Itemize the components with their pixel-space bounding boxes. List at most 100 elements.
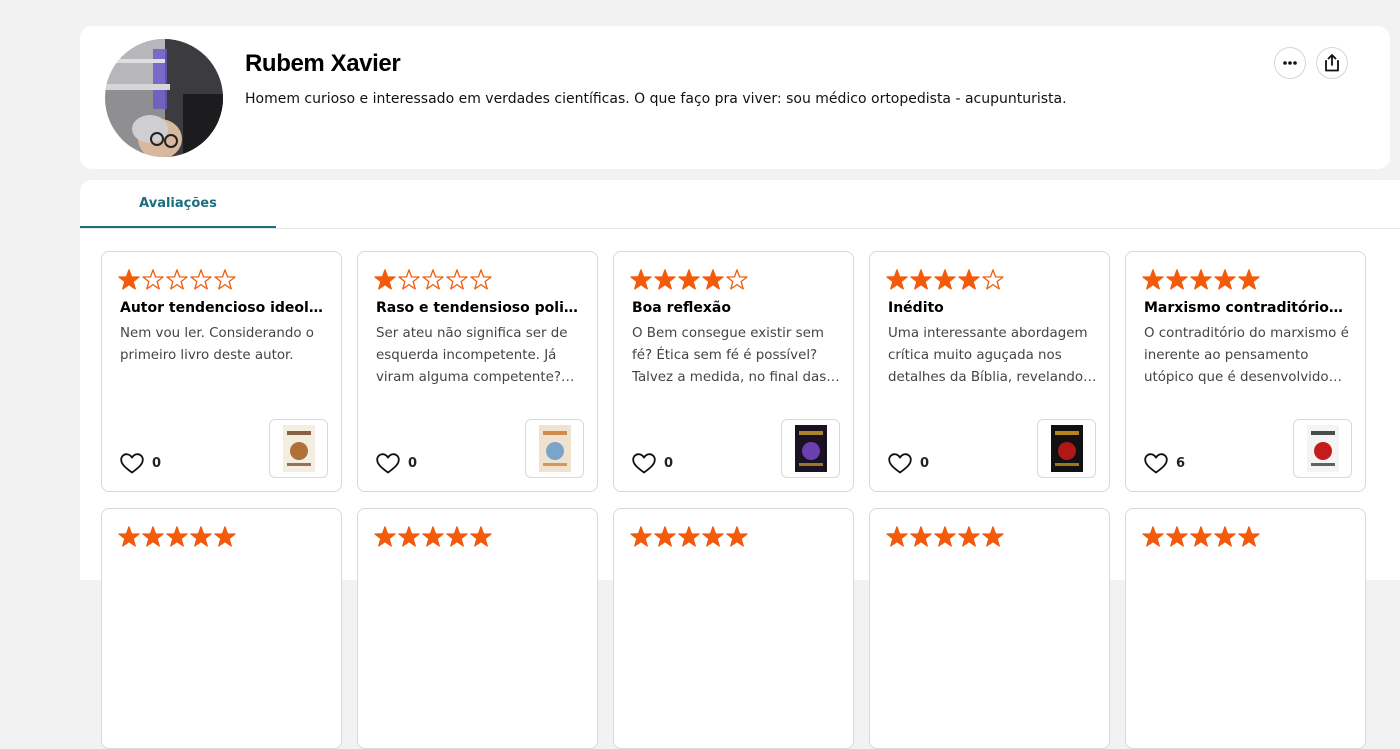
star-empty-icon xyxy=(166,269,188,290)
profile-bio: Homem curioso e interessado em verdades … xyxy=(245,91,1067,107)
star-rating xyxy=(1142,526,1260,547)
star-filled-icon xyxy=(678,526,700,547)
star-empty-icon xyxy=(398,269,420,290)
star-filled-icon xyxy=(982,526,1004,547)
book-cover-icon xyxy=(794,425,827,472)
more-dots-icon xyxy=(1283,61,1297,65)
book-cover-icon xyxy=(1306,425,1339,472)
share-button[interactable] xyxy=(1316,47,1348,79)
heart-icon xyxy=(1144,453,1168,474)
star-filled-icon xyxy=(934,526,956,547)
star-filled-icon xyxy=(630,526,652,547)
star-rating xyxy=(1142,269,1260,290)
star-rating xyxy=(886,269,1004,290)
book-thumbnail[interactable] xyxy=(781,419,840,478)
star-filled-icon xyxy=(702,526,724,547)
star-filled-icon xyxy=(190,526,212,547)
like-button[interactable]: 0 xyxy=(888,453,929,474)
star-filled-icon xyxy=(958,526,980,547)
review-card[interactable] xyxy=(101,508,342,749)
tab-avaliacoes[interactable]: Avaliações xyxy=(80,180,276,228)
star-empty-icon xyxy=(726,269,748,290)
profile-header: Rubem Xavier Homem curioso e interessado… xyxy=(80,26,1390,169)
review-text: Uma interessante abordagem crítica muito… xyxy=(888,326,1088,385)
like-count: 0 xyxy=(920,456,930,471)
heart-icon xyxy=(888,453,912,474)
star-filled-icon xyxy=(1238,526,1260,547)
review-card[interactable]: Marxismo contraditório? Verdade O contrad… xyxy=(1125,251,1366,492)
star-empty-icon xyxy=(190,269,212,290)
review-card[interactable] xyxy=(613,508,854,749)
star-filled-icon xyxy=(118,269,140,290)
star-filled-icon xyxy=(1214,269,1236,290)
star-filled-icon xyxy=(630,269,652,290)
review-title[interactable]: Boa reflexão xyxy=(632,300,838,316)
like-count: 0 xyxy=(664,456,674,471)
star-rating xyxy=(630,269,748,290)
star-filled-icon xyxy=(886,526,908,547)
review-title[interactable]: Inédito xyxy=(888,300,1094,316)
book-cover-icon xyxy=(538,425,571,472)
star-rating xyxy=(630,526,748,547)
star-filled-icon xyxy=(1166,526,1188,547)
book-thumbnail[interactable] xyxy=(525,419,584,478)
star-rating xyxy=(374,269,492,290)
like-count: 6 xyxy=(1176,456,1186,471)
book-cover-icon xyxy=(282,425,315,472)
star-empty-icon xyxy=(446,269,468,290)
star-filled-icon xyxy=(654,526,676,547)
book-thumbnail[interactable] xyxy=(1293,419,1352,478)
review-card[interactable] xyxy=(357,508,598,749)
review-card[interactable]: Boa reflexão O Bem consegue existir sem f… xyxy=(613,251,854,492)
star-filled-icon xyxy=(654,269,676,290)
star-filled-icon xyxy=(934,269,956,290)
star-filled-icon xyxy=(1142,526,1164,547)
heart-icon xyxy=(376,453,400,474)
review-card[interactable]: Inédito Uma interessante abordagem crític… xyxy=(869,251,1110,492)
star-filled-icon xyxy=(726,526,748,547)
star-filled-icon xyxy=(374,269,396,290)
like-button[interactable]: 6 xyxy=(1144,453,1185,474)
star-filled-icon xyxy=(910,269,932,290)
star-filled-icon xyxy=(1142,269,1164,290)
star-rating xyxy=(374,526,492,547)
star-filled-icon xyxy=(214,526,236,547)
review-title[interactable]: Raso e tendensioso politicamente xyxy=(376,300,582,316)
share-icon xyxy=(1325,54,1339,72)
book-thumbnail[interactable] xyxy=(269,419,328,478)
more-options-button[interactable] xyxy=(1274,47,1306,79)
star-rating xyxy=(118,269,236,290)
profile-name: Rubem Xavier xyxy=(245,50,401,77)
star-filled-icon xyxy=(1238,269,1260,290)
heart-icon xyxy=(632,453,656,474)
review-title[interactable]: Autor tendencioso ideológicamente xyxy=(120,300,326,316)
star-filled-icon xyxy=(166,526,188,547)
review-card[interactable]: Autor tendencioso ideológicamente Nem vou… xyxy=(101,251,342,492)
like-button[interactable]: 0 xyxy=(632,453,673,474)
star-filled-icon xyxy=(118,526,140,547)
star-filled-icon xyxy=(1166,269,1188,290)
star-empty-icon xyxy=(982,269,1004,290)
star-filled-icon xyxy=(678,269,700,290)
star-filled-icon xyxy=(886,269,908,290)
review-text: O contraditório do marxismo é inerente a… xyxy=(1144,326,1349,385)
review-title[interactable]: Marxismo contraditório? Verdade xyxy=(1144,300,1350,316)
review-card[interactable]: Raso e tendensioso politicamente Ser ateu… xyxy=(357,251,598,492)
review-card[interactable] xyxy=(1125,508,1366,749)
like-count: 0 xyxy=(408,456,418,471)
avatar[interactable] xyxy=(105,39,223,157)
like-button[interactable]: 0 xyxy=(120,453,161,474)
like-count: 0 xyxy=(152,456,162,471)
star-filled-icon xyxy=(374,526,396,547)
star-filled-icon xyxy=(422,526,444,547)
star-empty-icon xyxy=(422,269,444,290)
star-filled-icon xyxy=(470,526,492,547)
star-rating xyxy=(118,526,236,547)
star-filled-icon xyxy=(1190,526,1212,547)
book-thumbnail[interactable] xyxy=(1037,419,1096,478)
like-button[interactable]: 0 xyxy=(376,453,417,474)
tab-bar: Avaliações xyxy=(80,180,1400,229)
book-cover-icon xyxy=(1050,425,1083,472)
review-card[interactable] xyxy=(869,508,1110,749)
review-text: O Bem consegue existir sem fé? Ética sem… xyxy=(632,326,827,385)
